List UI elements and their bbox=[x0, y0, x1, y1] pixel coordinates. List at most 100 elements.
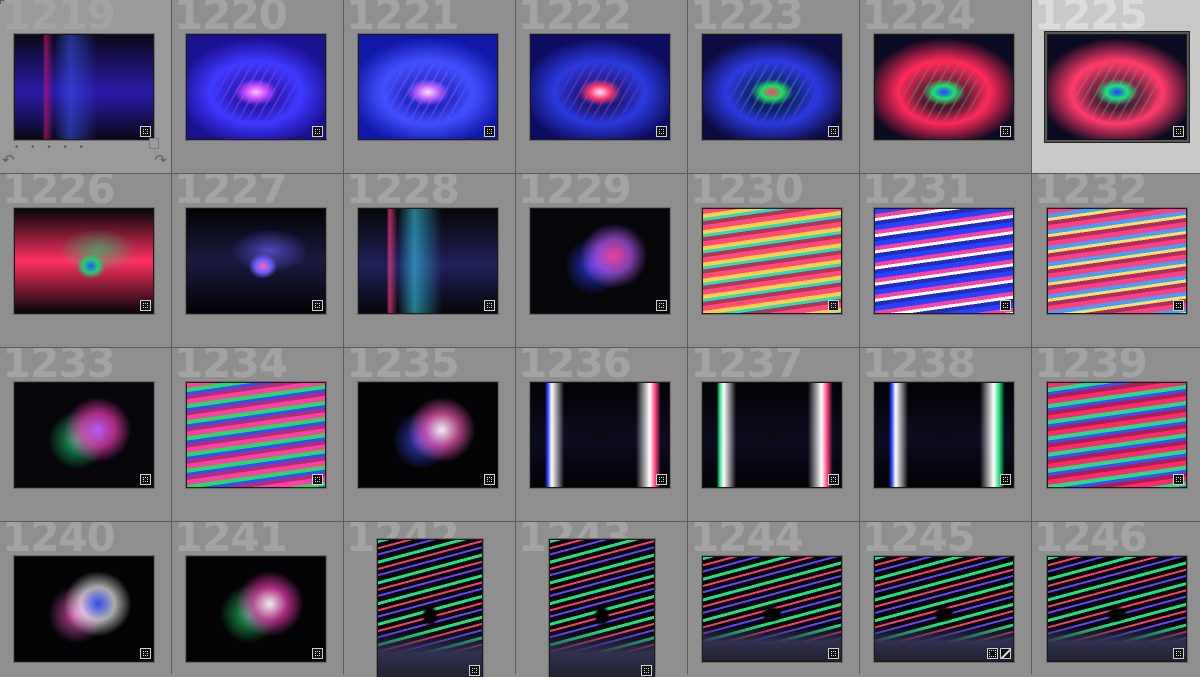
grid-cell-1225[interactable]: 1225 bbox=[1032, 0, 1200, 173]
thumbnail-image[interactable] bbox=[702, 208, 842, 314]
grid-cell-1240[interactable]: 1240 bbox=[0, 522, 171, 677]
crop-badge-icon[interactable] bbox=[1000, 300, 1011, 311]
grid-cell-1220[interactable]: 1220 bbox=[172, 0, 343, 173]
thumbnail-image[interactable] bbox=[358, 208, 498, 314]
cell-index-number: 1219 bbox=[2, 0, 116, 39]
cell-index-number: 1231 bbox=[862, 174, 976, 213]
crop-badge-icon[interactable] bbox=[140, 300, 151, 311]
thumbnail-image[interactable] bbox=[14, 556, 154, 662]
thumbnail-image[interactable] bbox=[186, 208, 326, 314]
grid-cell-1231[interactable]: 1231 bbox=[860, 174, 1031, 347]
crop-badge-icon[interactable] bbox=[1000, 474, 1011, 485]
crop-badge-icon[interactable] bbox=[656, 300, 667, 311]
crop-badge-icon[interactable] bbox=[656, 126, 667, 137]
grid-cell-1233[interactable]: 1233 bbox=[0, 348, 171, 521]
crop-badge-icon[interactable] bbox=[641, 665, 652, 676]
crop-badge-icon[interactable] bbox=[828, 300, 839, 311]
crop-badge-icon[interactable] bbox=[987, 648, 998, 659]
thumbnail-image[interactable] bbox=[14, 208, 154, 314]
grid-cell-1224[interactable]: 1224 bbox=[860, 0, 1031, 173]
grid-cell-1221[interactable]: 1221 bbox=[344, 0, 515, 173]
thumbnail-image[interactable] bbox=[1047, 382, 1187, 488]
thumbnail-image[interactable] bbox=[14, 34, 154, 140]
grid-cell-1219[interactable]: 1219 • • • • • ↶ ↷ bbox=[0, 0, 171, 173]
grid-cell-1236[interactable]: 1236 bbox=[516, 348, 687, 521]
thumbnail-image[interactable] bbox=[186, 382, 326, 488]
grid-cell-1222[interactable]: 1222 bbox=[516, 0, 687, 173]
grid-cell-1226[interactable]: 1226 bbox=[0, 174, 171, 347]
crop-badge-icon[interactable] bbox=[1000, 126, 1011, 137]
crop-badge-icon[interactable] bbox=[484, 300, 495, 311]
thumbnail-image[interactable] bbox=[874, 34, 1014, 140]
thumbnail-image[interactable] bbox=[358, 382, 498, 488]
crop-badge-icon[interactable] bbox=[1173, 126, 1184, 137]
grid-cell-1234[interactable]: 1234 bbox=[172, 348, 343, 521]
thumbnail-image[interactable] bbox=[702, 34, 842, 140]
crop-badge-icon[interactable] bbox=[828, 126, 839, 137]
rotate-left-icon[interactable]: ↶ bbox=[2, 153, 15, 168]
crop-badge-icon[interactable] bbox=[312, 474, 323, 485]
grid-cell-1246[interactable]: 1246 bbox=[1032, 522, 1200, 677]
star-rating[interactable]: • • • • • bbox=[14, 143, 88, 153]
crop-badge-icon[interactable] bbox=[1173, 648, 1184, 659]
grid-cell-1242[interactable]: 1242 bbox=[344, 522, 515, 677]
cell-index-number: 1244 bbox=[690, 522, 804, 561]
thumbnail-image[interactable] bbox=[358, 34, 498, 140]
thumbnail-image[interactable] bbox=[186, 34, 326, 140]
develop-adjustments-badge-icon[interactable] bbox=[1000, 648, 1011, 659]
cell-index-number: 1241 bbox=[174, 522, 288, 561]
thumbnail-image[interactable] bbox=[874, 208, 1014, 314]
crop-badge-icon[interactable] bbox=[1173, 474, 1184, 485]
thumbnail-image[interactable] bbox=[14, 382, 154, 488]
rotate-right-icon[interactable]: ↷ bbox=[154, 153, 167, 168]
grid-cell-1228[interactable]: 1228 bbox=[344, 174, 515, 347]
grid-cell-1227[interactable]: 1227 bbox=[172, 174, 343, 347]
cell-index-number: 1238 bbox=[862, 348, 976, 387]
grid-cell-1239[interactable]: 1239 bbox=[1032, 348, 1200, 521]
thumbnail-image[interactable] bbox=[1047, 34, 1187, 140]
thumbnail-image[interactable] bbox=[530, 382, 670, 488]
cell-index-number: 1245 bbox=[862, 522, 976, 561]
crop-badge-icon[interactable] bbox=[828, 648, 839, 659]
crop-badge-icon[interactable] bbox=[484, 474, 495, 485]
crop-badge-icon[interactable] bbox=[312, 300, 323, 311]
thumbnail-image[interactable] bbox=[530, 208, 670, 314]
grid-cell-1243[interactable]: 1243 bbox=[516, 522, 687, 677]
grid-cell-1241[interactable]: 1241 bbox=[172, 522, 343, 677]
crop-badge-icon[interactable] bbox=[312, 648, 323, 659]
crop-badge-icon[interactable] bbox=[469, 665, 480, 676]
crop-badge-icon[interactable] bbox=[140, 126, 151, 137]
thumbnail-image[interactable] bbox=[874, 556, 1014, 662]
crop-badge-icon[interactable] bbox=[828, 474, 839, 485]
thumbnail-image[interactable] bbox=[702, 382, 842, 488]
thumbnail-image[interactable] bbox=[530, 34, 670, 140]
crop-badge-icon[interactable] bbox=[1173, 300, 1184, 311]
grid-cell-1245[interactable]: 1245 bbox=[860, 522, 1031, 677]
crop-badge-icon[interactable] bbox=[484, 126, 495, 137]
crop-badge-icon[interactable] bbox=[140, 474, 151, 485]
thumbnail-image[interactable] bbox=[186, 556, 326, 662]
cell-index-number: 1221 bbox=[346, 0, 460, 39]
flag-icon[interactable] bbox=[149, 138, 159, 149]
cell-index-number: 1239 bbox=[1034, 348, 1148, 387]
crop-badge-icon[interactable] bbox=[656, 474, 667, 485]
thumbnail-image[interactable] bbox=[702, 556, 842, 662]
crop-badge-icon[interactable] bbox=[312, 126, 323, 137]
cell-index-number: 1223 bbox=[690, 0, 804, 39]
thumbnail-image[interactable] bbox=[874, 382, 1014, 488]
grid-cell-1230[interactable]: 1230 bbox=[688, 174, 859, 347]
cell-index-number: 1228 bbox=[346, 174, 460, 213]
grid-cell-1237[interactable]: 1237 bbox=[688, 348, 859, 521]
thumbnail-image[interactable] bbox=[1047, 208, 1187, 314]
crop-badge-icon[interactable] bbox=[140, 648, 151, 659]
grid-cell-1238[interactable]: 1238 bbox=[860, 348, 1031, 521]
grid-cell-1232[interactable]: 1232 bbox=[1032, 174, 1200, 347]
grid-cell-1223[interactable]: 1223 bbox=[688, 0, 859, 173]
thumbnail-image[interactable] bbox=[1047, 556, 1187, 662]
grid-cell-1229[interactable]: 1229 bbox=[516, 174, 687, 347]
cell-index-number: 1235 bbox=[346, 348, 460, 387]
grid-cell-1244[interactable]: 1244 bbox=[688, 522, 859, 677]
thumbnail-image[interactable] bbox=[377, 539, 483, 677]
grid-cell-1235[interactable]: 1235 bbox=[344, 348, 515, 521]
thumbnail-image[interactable] bbox=[549, 539, 655, 677]
